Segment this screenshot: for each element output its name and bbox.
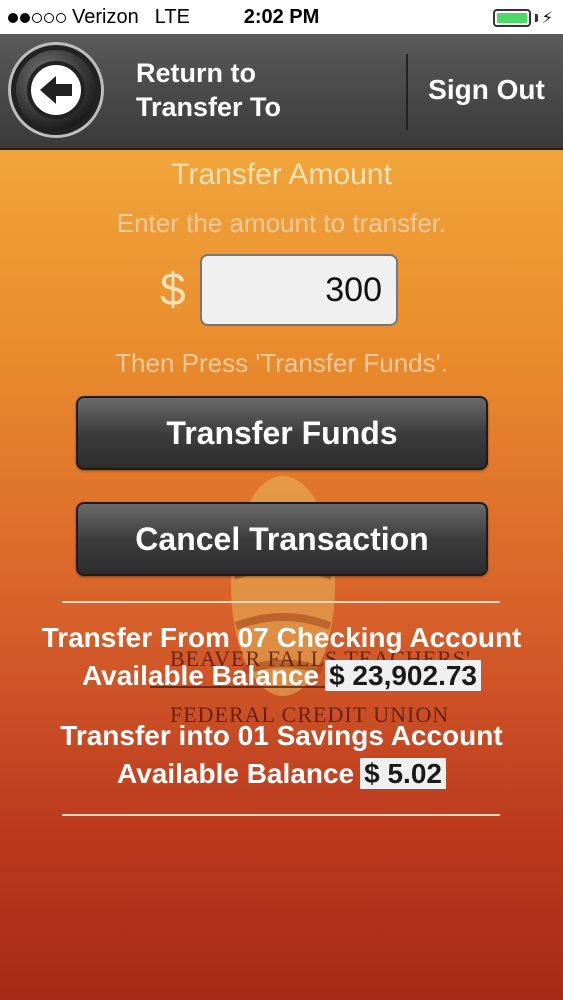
back-arrow-icon <box>27 61 85 119</box>
charging-icon: ⚡ <box>541 10 553 27</box>
back-button[interactable] <box>8 42 104 138</box>
from-balance-value: $ 23,902.73 <box>325 660 481 691</box>
currency-symbol: $ <box>160 263 186 315</box>
battery-icon: ⚡ <box>492 8 553 28</box>
sign-out-button[interactable]: Sign Out <box>410 74 563 106</box>
return-to-transfer-to-link[interactable]: Return to Transfer To <box>136 56 386 124</box>
into-account-title: Transfer into 01 Savings Account <box>60 720 503 751</box>
press-instruction: Then Press 'Transfer Funds'. <box>115 348 448 378</box>
return-label-line2: Transfer To <box>136 92 282 122</box>
divider-top <box>62 601 500 603</box>
return-label-line1: Return to <box>136 58 256 88</box>
nav-divider <box>406 54 408 130</box>
transfer-screen: BEAVER FALLS TEACHERS' FEDERAL CREDIT UN… <box>0 150 563 1000</box>
cancel-transaction-button[interactable]: Cancel Transaction <box>76 502 488 576</box>
status-bar: Verizon LTE 2:02 PM ⚡ <box>0 0 563 34</box>
divider-bottom <box>62 814 500 816</box>
amount-input[interactable] <box>200 254 398 326</box>
amount-instructions: Enter the amount to transfer. <box>116 208 447 238</box>
into-balance-label: Available Balance <box>117 758 355 789</box>
status-time: 2:02 PM <box>243 6 320 28</box>
into-account-balance-row: Available Balance $ 5.02 <box>0 758 563 790</box>
from-account-balance-row: Available Balance $ 23,902.73 <box>0 660 563 692</box>
page-title: Transfer Amount <box>171 158 392 191</box>
into-balance-value: $ 5.02 <box>360 758 446 789</box>
from-balance-label: Available Balance <box>81 660 320 691</box>
from-account-title: Transfer From 07 Checking Account <box>41 622 522 653</box>
transfer-funds-button[interactable]: Transfer Funds <box>76 396 488 470</box>
navigation-bar: Return to Transfer To Sign Out <box>0 34 563 150</box>
